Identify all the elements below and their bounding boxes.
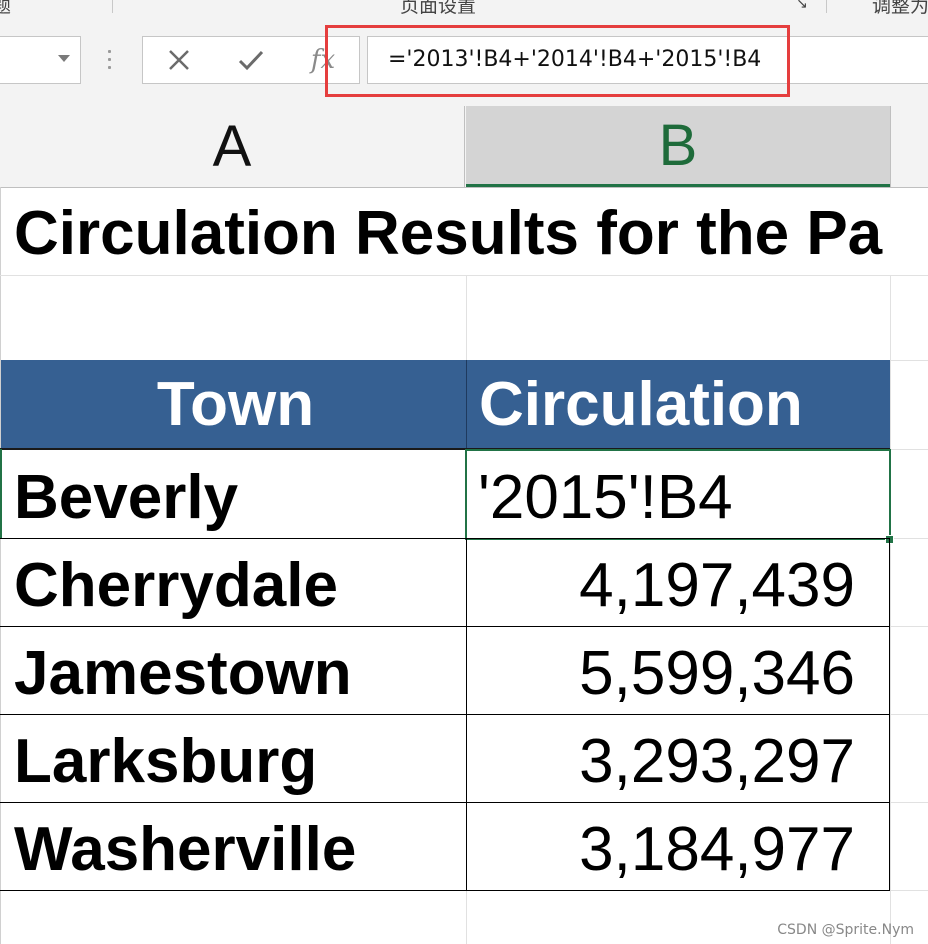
- watermark-text: CSDN @Sprite.Nym: [777, 922, 914, 938]
- row-border: [0, 714, 890, 715]
- table-cell-circulation[interactable]: 3,184,977: [579, 814, 855, 885]
- gridline: [890, 449, 928, 450]
- grid-left-edge: [0, 187, 1, 944]
- gridline: [890, 714, 928, 715]
- dialog-launcher-icon[interactable]: ↘: [796, 0, 808, 12]
- ribbon-separator: [112, 0, 113, 13]
- cell-edit-text[interactable]: '2015'!B4: [478, 462, 733, 533]
- ribbon-group-labels: 题 页面设置 ↘ 调整为: [0, 0, 928, 15]
- row-border: [0, 890, 890, 891]
- table-cell-town[interactable]: Larksburg: [14, 726, 317, 797]
- row-border: [0, 802, 890, 803]
- ribbon-label-scale: 调整为: [872, 0, 928, 15]
- table-border-v: [889, 538, 890, 890]
- ribbon-label-page-setup: 页面设置: [400, 0, 477, 15]
- table-cell-circulation[interactable]: 4,197,439: [579, 550, 855, 621]
- row-selection-edge: [0, 449, 2, 539]
- table-cell-circulation[interactable]: 3,293,297: [579, 726, 855, 797]
- sheet-title: Circulation Results for the Pa: [14, 199, 883, 268]
- table-border-v: [466, 538, 467, 890]
- table-cell-town[interactable]: Cherrydale: [14, 550, 338, 621]
- gridline: [890, 276, 891, 944]
- column-divider: [890, 106, 891, 187]
- gridline: [890, 890, 928, 891]
- gridline: [890, 802, 928, 803]
- annotation-highlight-box: [325, 25, 790, 97]
- chevron-down-icon[interactable]: [58, 55, 70, 62]
- table-cell-town[interactable]: Jamestown: [14, 638, 352, 709]
- gridline: [890, 360, 928, 361]
- table-header-circulation[interactable]: Circulation: [466, 360, 890, 449]
- column-headers: A B: [0, 106, 928, 188]
- resize-grip-icon[interactable]: [108, 50, 112, 72]
- enter-check-icon[interactable]: [221, 37, 281, 83]
- table-cell-town[interactable]: Beverly: [14, 462, 238, 533]
- row-border: [0, 626, 890, 627]
- gridline: [890, 626, 928, 627]
- gridline: [890, 538, 928, 539]
- table-cell-town[interactable]: Washerville: [14, 814, 356, 885]
- ribbon-label-left: 题: [0, 0, 11, 14]
- name-box[interactable]: [0, 36, 81, 84]
- ribbon-separator: [826, 0, 827, 13]
- gridline: [0, 275, 928, 276]
- table-cell-circulation[interactable]: 5,599,346: [579, 638, 855, 709]
- table-header-town[interactable]: Town: [1, 360, 466, 449]
- cancel-icon[interactable]: [149, 37, 209, 83]
- gridline: [466, 890, 467, 944]
- column-header-a[interactable]: A: [0, 106, 465, 187]
- column-header-b[interactable]: B: [466, 106, 890, 187]
- gridline: [466, 276, 467, 360]
- row-border: [0, 538, 890, 539]
